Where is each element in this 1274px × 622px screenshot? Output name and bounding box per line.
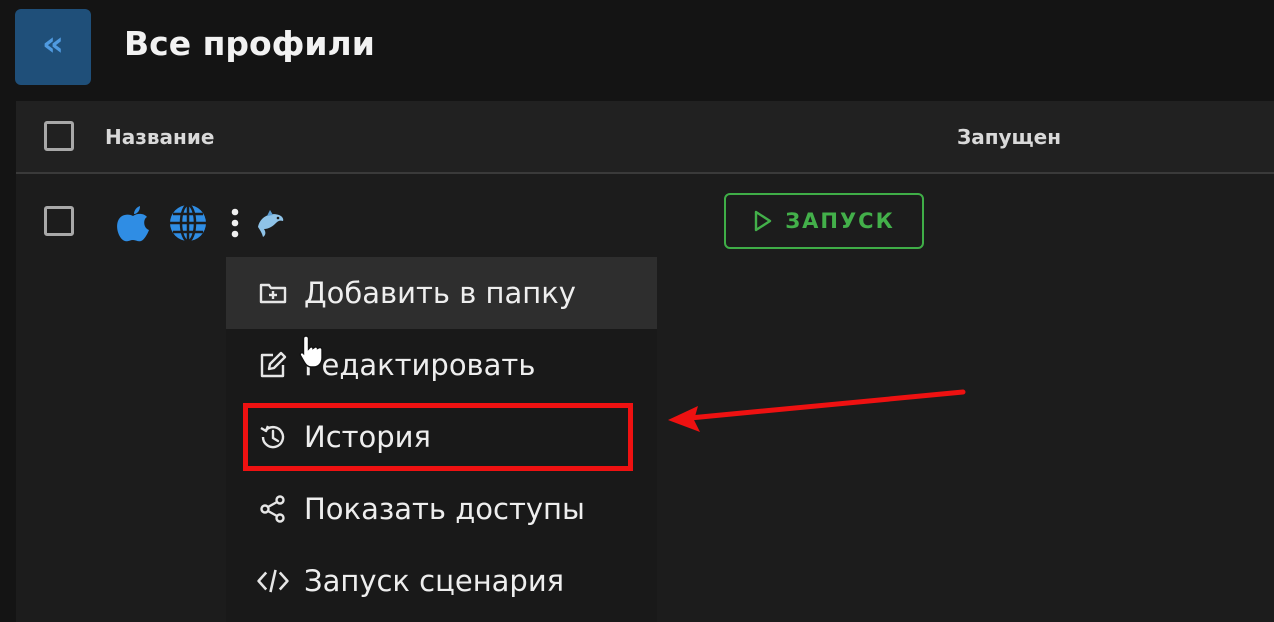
edit-icon (256, 351, 290, 379)
collapse-sidebar-button[interactable]: « (15, 9, 91, 85)
page-title: Все профили (124, 24, 375, 63)
menu-item-label: Редактировать (304, 348, 536, 382)
column-header-name[interactable]: Название (105, 125, 214, 149)
menu-item-run-script[interactable]: Запуск сценария (226, 545, 657, 617)
more-vertical-icon[interactable] (224, 208, 246, 238)
dolphin-icon (252, 207, 288, 239)
highlight-box (243, 403, 633, 471)
launch-button[interactable]: ЗАПУСК (724, 193, 924, 249)
double-chevron-left-icon: « (42, 24, 64, 64)
arrow-annotation-icon (660, 380, 970, 444)
globe-icon (166, 203, 210, 243)
table-row-icons (112, 201, 288, 245)
column-header-started[interactable]: Запущен (957, 125, 1061, 149)
table-header: Название Запущен (16, 101, 1274, 174)
menu-item-edit[interactable]: Редактировать (226, 329, 657, 401)
menu-item-add-to-folder[interactable]: Добавить в папку (226, 257, 657, 329)
folder-add-icon (256, 281, 290, 305)
hand-cursor-icon (298, 334, 328, 374)
share-icon (256, 494, 290, 524)
menu-item-label: Показать доступы (304, 492, 585, 526)
menu-item-show-access[interactable]: Показать доступы (226, 473, 657, 545)
launch-button-label: ЗАПУСК (785, 209, 895, 233)
app-window: « Все профили Название Запущен ЗАПУСК До… (0, 0, 1274, 622)
play-icon (753, 210, 773, 232)
select-all-checkbox[interactable] (44, 121, 74, 151)
menu-item-label: Запуск сценария (304, 564, 565, 598)
code-icon (256, 565, 290, 597)
menu-item-label: Добавить в папку (304, 276, 576, 310)
apple-icon (112, 202, 154, 244)
row-checkbox[interactable] (44, 206, 74, 236)
